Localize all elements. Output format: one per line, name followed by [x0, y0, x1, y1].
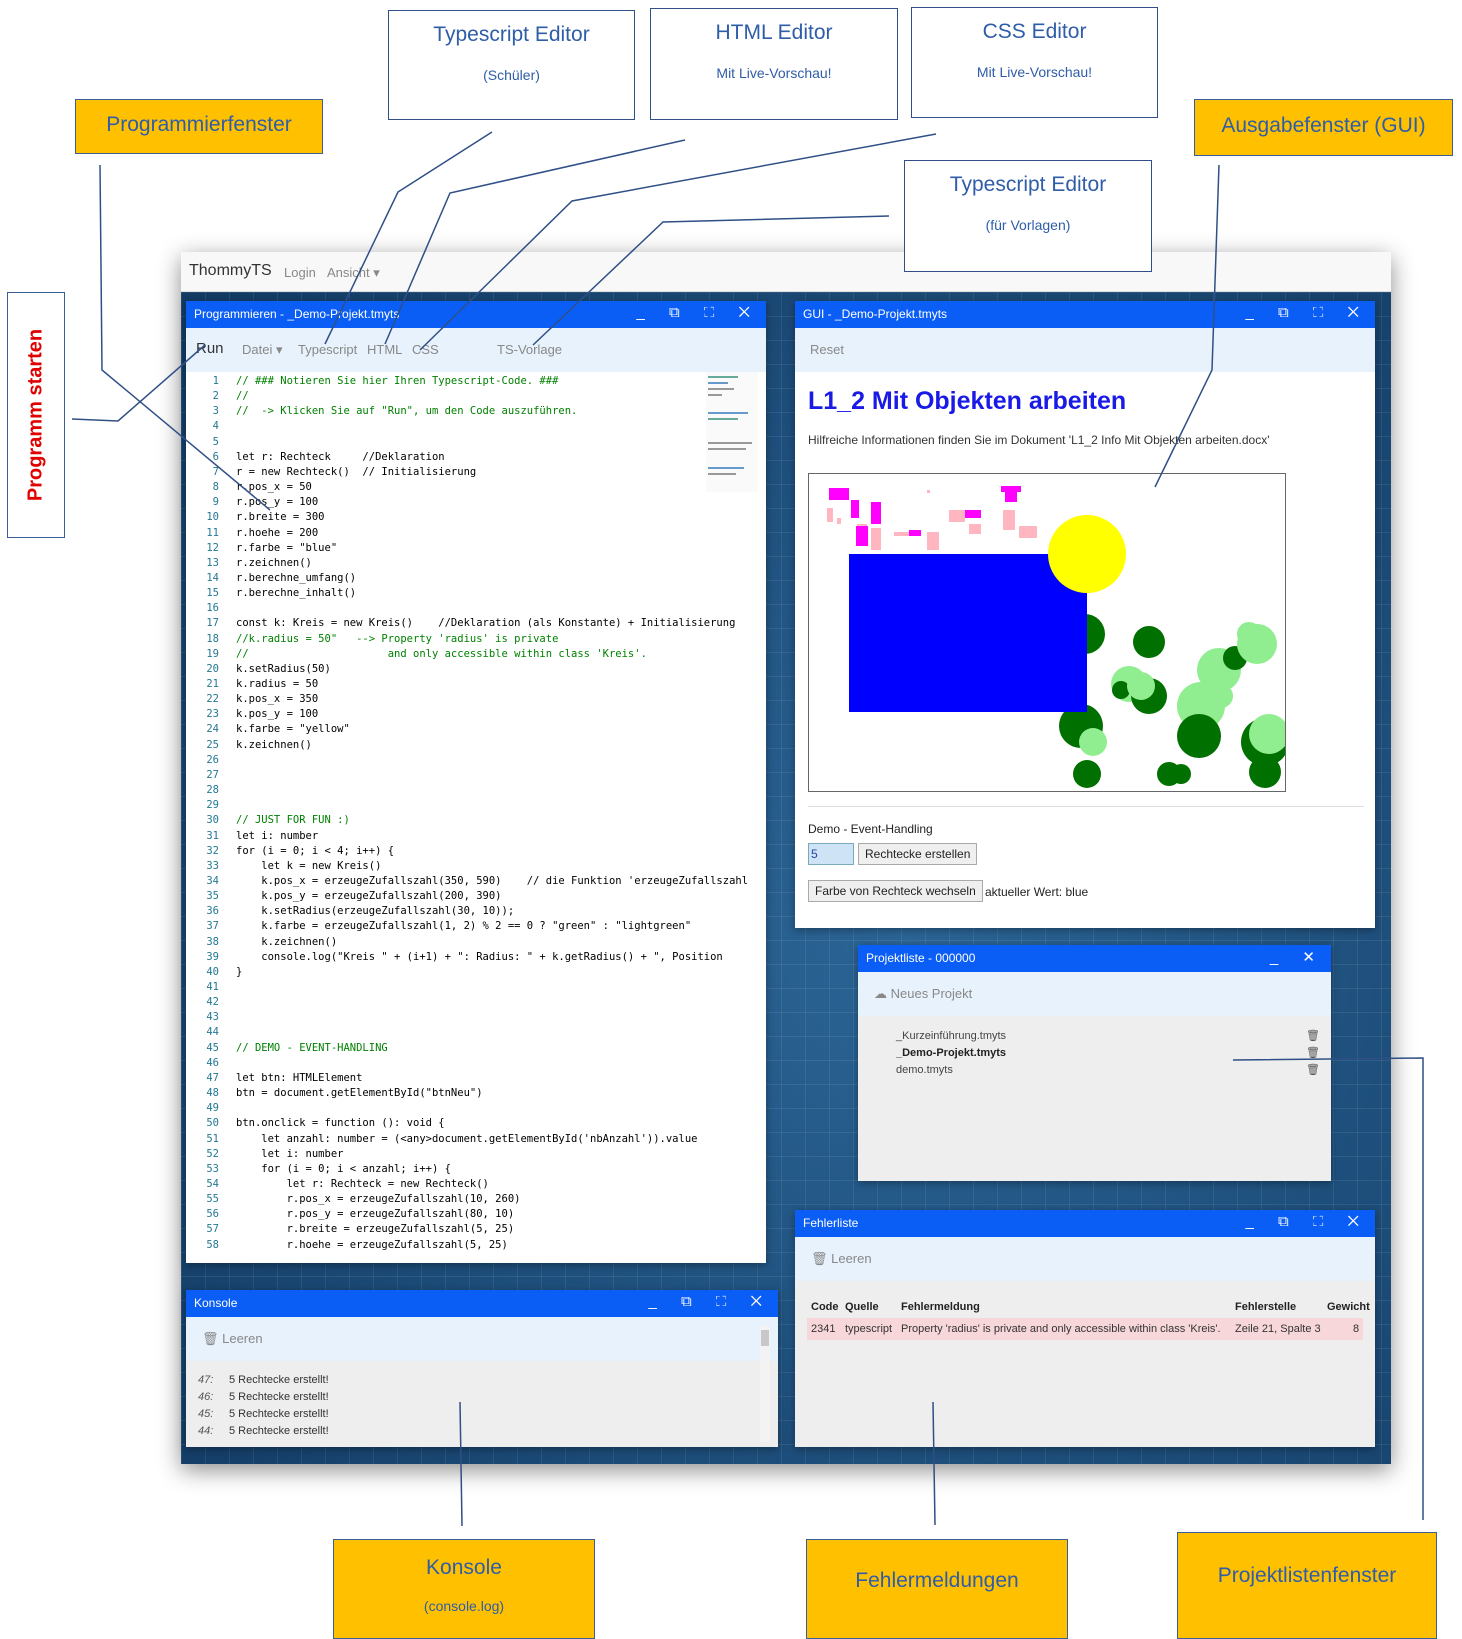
- callout-ts-vorlage: Typescript Editor (für Vorlagen): [904, 160, 1152, 272]
- callout-konsole: Konsole (console.log): [333, 1539, 595, 1639]
- callout-sub: (Schüler): [483, 67, 540, 83]
- callout-programmierfenster: Programmierfenster: [75, 99, 323, 154]
- connector-lines: [71, 131, 1424, 1527]
- callout-fehlermeldungen: Fehlermeldungen: [806, 1539, 1068, 1639]
- callout-title: Fehlermeldungen: [855, 1569, 1019, 1592]
- callout-title: Programmierfenster: [106, 113, 292, 136]
- callout-title: Konsole: [426, 1556, 502, 1579]
- callout-sub: (für Vorlagen): [985, 217, 1071, 233]
- callout-sub: (console.log): [423, 1598, 505, 1614]
- callout-ausgabefenster: Ausgabefenster (GUI): [1194, 99, 1453, 156]
- callout-title: Typescript Editor: [433, 23, 590, 46]
- callout-html-editor: HTML Editor Mit Live-Vorschau!: [650, 8, 898, 120]
- callout-title: Programm starten: [24, 328, 47, 502]
- callout-css-editor: CSS Editor Mit Live-Vorschau!: [911, 7, 1158, 118]
- callout-sub: Mit Live-Vorschau!: [716, 65, 832, 81]
- callout-ts-editor: Typescript Editor (Schüler): [388, 10, 635, 120]
- callout-projektliste: Projektlistenfenster: [1177, 1532, 1437, 1639]
- callout-programm-starten: Programm starten: [7, 292, 65, 538]
- callout-title: Ausgabefenster (GUI): [1221, 114, 1426, 137]
- callout-title: CSS Editor: [982, 20, 1087, 43]
- callout-title: Typescript Editor: [949, 173, 1107, 196]
- callout-sub: Mit Live-Vorschau!: [976, 64, 1093, 80]
- callout-title: HTML Editor: [715, 21, 833, 44]
- callout-title: Projektlistenfenster: [1217, 1564, 1397, 1587]
